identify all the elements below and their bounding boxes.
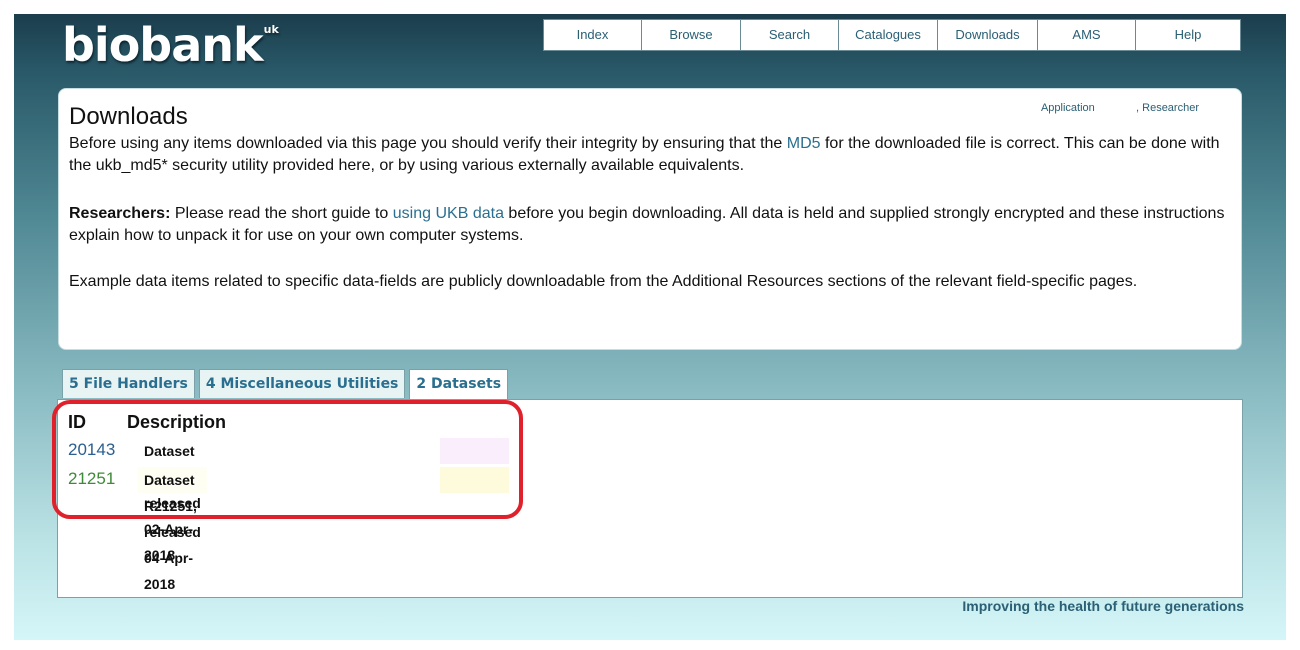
highlight-annotation <box>52 400 523 519</box>
nav-help[interactable]: Help <box>1136 20 1240 50</box>
footer-tagline: Improving the health of future generatio… <box>962 598 1244 614</box>
nav-browse[interactable]: Browse <box>642 20 741 50</box>
researchers-paragraph: Researchers: Please read the short guide… <box>69 205 1225 244</box>
tab-datasets[interactable]: 2 Datasets <box>409 369 509 401</box>
researcher-link[interactable]: , Researcher <box>1136 102 1199 114</box>
integrity-paragraph: Before using any items downloaded via th… <box>69 135 1220 174</box>
nav-downloads[interactable]: Downloads <box>938 20 1038 50</box>
downloads-panel: Downloads Application , Researcher Befor… <box>58 88 1242 350</box>
application-link[interactable]: Application <box>1041 102 1133 114</box>
logo-superscript: uk <box>263 23 279 36</box>
tab-bar: 5 File Handlers 4 Miscellaneous Utilitie… <box>62 369 509 401</box>
tab-miscellaneous-utilities[interactable]: 4 Miscellaneous Utilities <box>198 369 406 398</box>
nav-search[interactable]: Search <box>741 20 839 50</box>
md5-link[interactable]: MD5 <box>787 135 821 152</box>
nav-ams[interactable]: AMS <box>1038 20 1136 50</box>
logo-text: biobank <box>62 18 264 72</box>
role-links: Application , Researcher <box>1041 102 1199 114</box>
example-data-paragraph: Example data items related to specific d… <box>69 273 1138 290</box>
nav-index[interactable]: Index <box>544 20 642 50</box>
using-ukb-data-link[interactable]: using UKB data <box>393 205 504 222</box>
researchers-label: Researchers: <box>69 205 171 222</box>
page-title: Downloads <box>69 103 188 130</box>
nav-catalogues[interactable]: Catalogues <box>839 20 938 50</box>
top-navigation: Index Browse Search Catalogues Downloads… <box>543 19 1241 51</box>
biobank-logo[interactable]: biobankuk <box>62 18 279 72</box>
tab-file-handlers[interactable]: 5 File Handlers <box>62 369 195 398</box>
